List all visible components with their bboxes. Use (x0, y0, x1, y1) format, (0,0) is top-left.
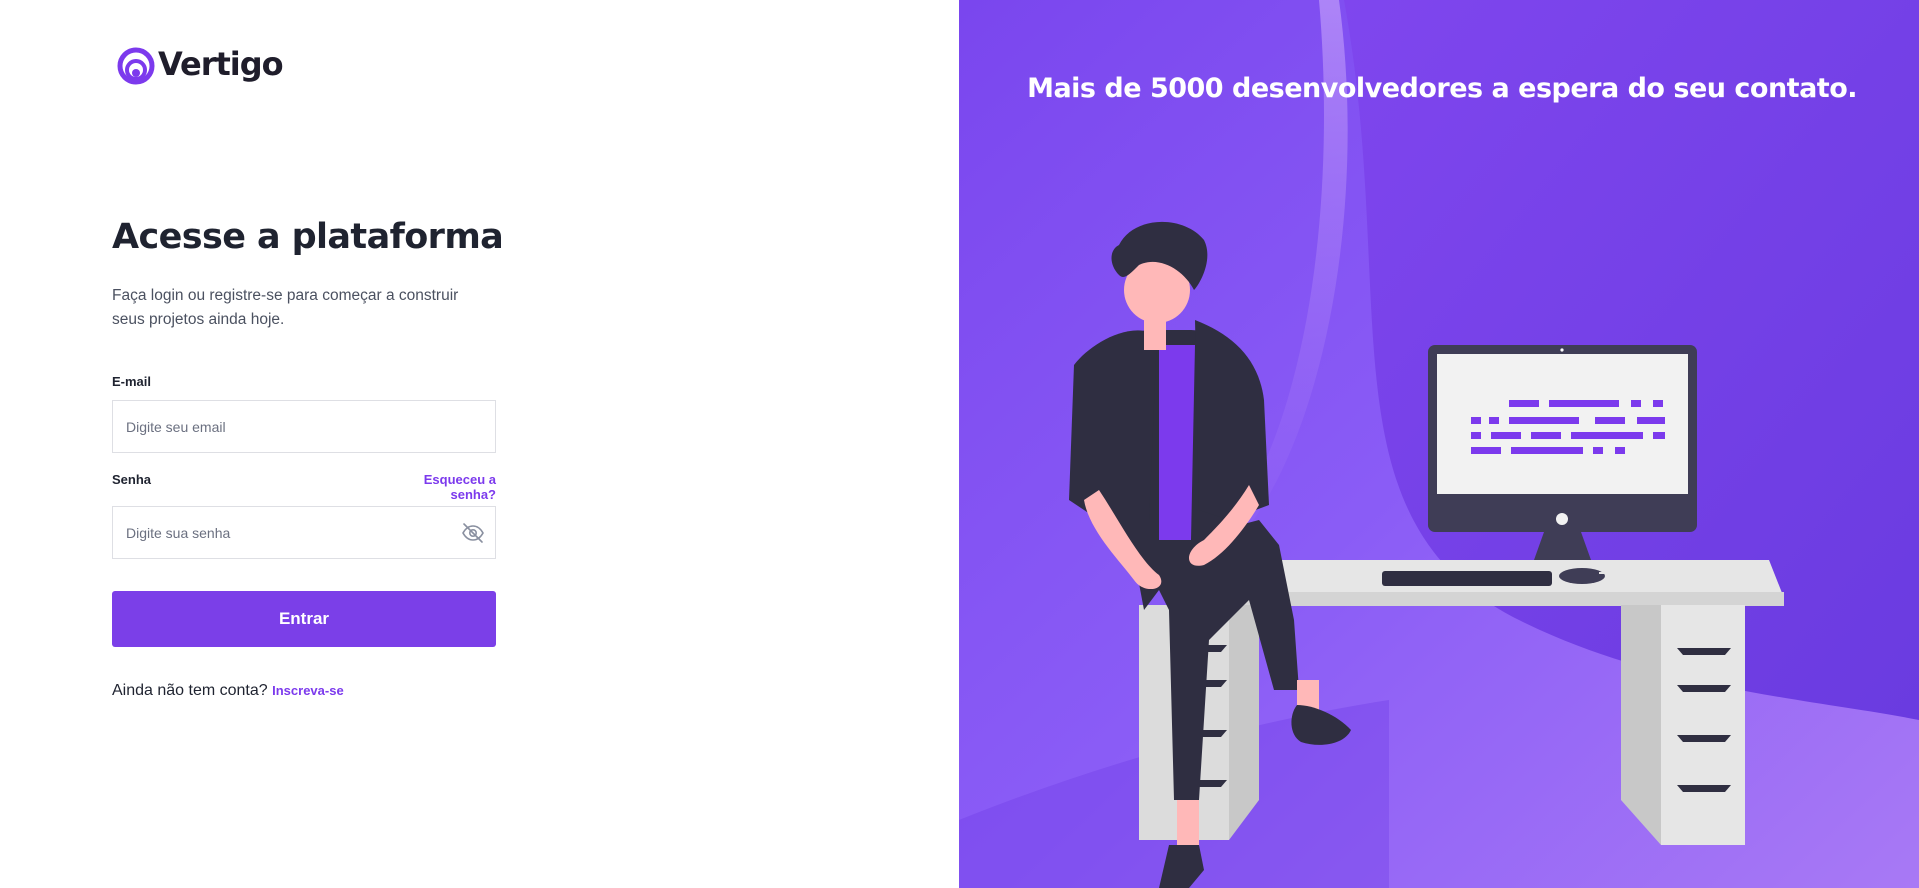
email-field[interactable] (113, 401, 446, 452)
developer-at-desk-illustration (959, 0, 1919, 888)
hero-headline: Mais de 5000 desenvolvedores a espera do… (1027, 73, 1857, 104)
login-submit-button[interactable]: Entrar (112, 591, 496, 647)
hero-panel: Mais de 5000 desenvolvedores a espera do… (959, 0, 1919, 888)
page-subtitle: Faça login ou registre-se para começar a… (112, 287, 459, 328)
signup-row: Ainda não tem conta? Inscreva-se (112, 682, 344, 700)
password-field[interactable] (113, 507, 446, 558)
email-field-box (112, 400, 496, 453)
login-panel: Vertigo Acesse a plataforma Faça login o… (0, 0, 959, 888)
eye-off-icon[interactable] (461, 521, 485, 545)
brand-logo[interactable]: Vertigo (116, 42, 284, 86)
forgot-password-link[interactable]: Esqueceu a senha? (382, 472, 496, 502)
page-title: Acesse a plataforma (112, 217, 504, 257)
signup-link[interactable]: Inscreva-se (272, 683, 344, 698)
vertigo-swirl-icon (117, 47, 155, 85)
brand-name: Vertigo (158, 45, 284, 83)
email-label: E-mail (112, 374, 152, 389)
password-field-box (112, 506, 496, 559)
password-label: Senha (112, 472, 152, 487)
signup-prompt: Ainda não tem conta? (112, 682, 268, 699)
